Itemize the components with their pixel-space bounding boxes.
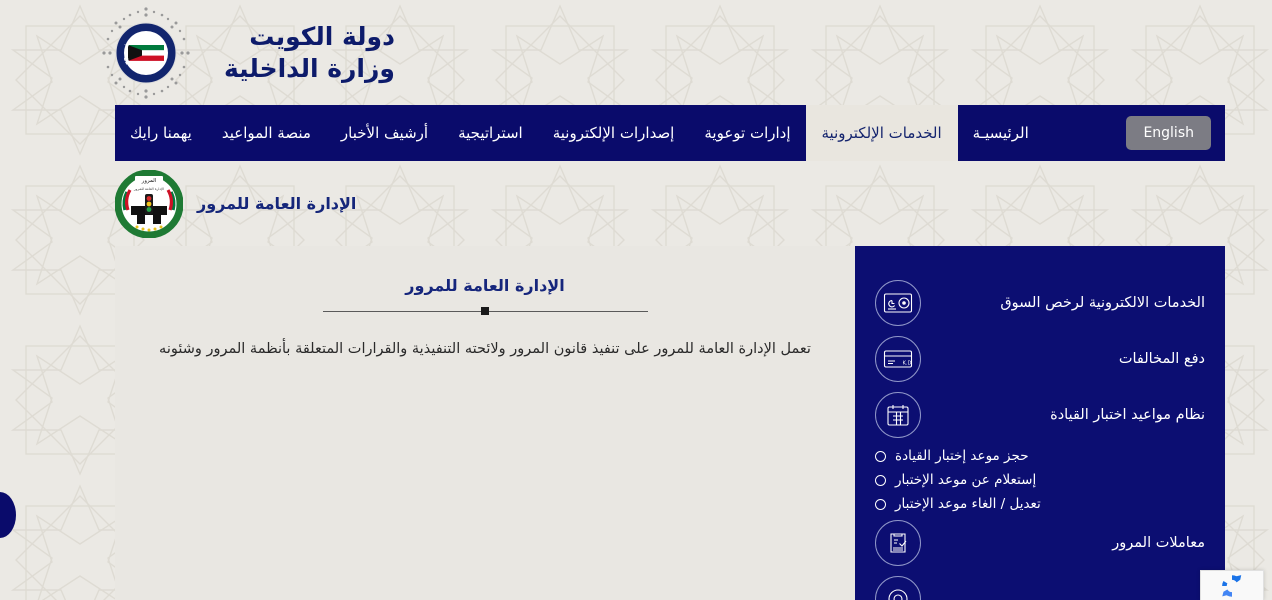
service-label: دفع المخالفات [1118, 351, 1205, 367]
nav-item-news-archive[interactable]: أرشيف الأخبار [326, 105, 443, 161]
radio-bullet-icon [875, 450, 886, 462]
traffic-department-emblem: المرور الإدارة العامة للمرور [114, 169, 184, 238]
country-name: دولة الكويت [249, 21, 395, 51]
brand-text: دولة الكويت وزارة الداخلية [224, 21, 395, 85]
svg-text:المرور: المرور [141, 178, 156, 184]
page-title: الإدارة العامة للمرور [405, 276, 565, 295]
main-navigation[interactable]: الرئيسيـة الخدمات الإلكترونية إدارات توع… [115, 105, 1225, 161]
subitem-label: إستعلام عن موعد الإختبار [895, 472, 1037, 488]
calendar-icon [875, 392, 921, 438]
service-item-traffic-transactions[interactable]: معاملات المرور [875, 520, 1205, 566]
svg-text:شرطة الكويت: شرطة الكويت [90, 3, 137, 49]
service-item-driving-test-appointments[interactable]: نظام مواعيد اختبار القيادة [875, 392, 1205, 438]
radio-bullet-icon [875, 498, 886, 510]
department-name: الإدارة العامة للمرور [197, 194, 357, 213]
language-switch-button[interactable]: English [1126, 116, 1211, 150]
subitem-inquire-test-appointment[interactable]: إستعلام عن موعد الإختبار [875, 472, 1205, 488]
service-item-driving-license[interactable]: الخدمات الالكترونية لرخص السوق [875, 280, 1205, 326]
service-label: الخدمات الالكترونية لرخص السوق [1000, 295, 1205, 311]
nav-item-your-opinion-matters[interactable]: يهمنا رايك [115, 105, 207, 161]
content-row: الخدمات الالكترونية لرخص السوق دفع المخا… [115, 246, 1225, 600]
department-description: تعمل الإدارة العامة للمرور على تنفيذ قان… [159, 341, 811, 357]
svg-text:K.D: K.D [903, 361, 912, 367]
nav-item-e-services[interactable]: الخدمات الإلكترونية [805, 105, 958, 161]
title-divider [322, 307, 648, 315]
radio-bullet-icon [875, 474, 886, 486]
service-label: نظام مواعيد اختبار القيادة [1050, 407, 1205, 423]
document-check-icon [875, 520, 921, 566]
kuwait-police-emblem: شرطة الكويت KUWAIT POLICE [87, 0, 202, 103]
subitem-book-test-appointment[interactable]: حجز موعد إختبار القيادة [875, 448, 1205, 464]
department-identity[interactable]: المرور الإدارة العامة للمرور الإدارة الع… [114, 169, 357, 238]
nav-items: الرئيسيـة الخدمات الإلكترونية إدارات توع… [115, 105, 1044, 161]
circular-service-icon [875, 576, 921, 600]
nav-item-strategy[interactable]: استراتيجية [443, 105, 538, 161]
nav-item-home[interactable]: الرئيسيـة [958, 105, 1044, 161]
subitem-label: حجز موعد إختبار القيادة [895, 448, 1029, 464]
brand-block: دولة الكويت وزارة الداخلية شرط CE [87, 0, 395, 103]
payment-card-icon: K.D [875, 336, 921, 382]
nav-item-electronic-publications[interactable]: إصدارات الإلكترونية [538, 105, 690, 161]
site-header: دولة الكويت وزارة الداخلية شرط CE [0, 0, 1272, 105]
divider-square-icon [481, 307, 489, 315]
driving-test-subitems: حجز موعد إختبار القيادة إستعلام عن موعد … [875, 448, 1205, 512]
ministry-name: وزارة الداخلية [224, 53, 395, 83]
e-services-panel: الخدمات الالكترونية لرخص السوق دفع المخا… [855, 246, 1225, 600]
service-label: معاملات المرور [1112, 535, 1205, 551]
main-content: الإدارة العامة للمرور تعمل الإدارة العام… [115, 246, 855, 600]
subitem-label: تعديل / الغاء موعد الإختبار [895, 496, 1041, 512]
side-feedback-tab[interactable] [0, 492, 16, 538]
service-item-pay-violations[interactable]: دفع المخالفات K.D [875, 336, 1205, 382]
department-strip: المرور الإدارة العامة للمرور الإدارة الع… [114, 161, 1225, 246]
subitem-modify-cancel-test-appointment[interactable]: تعديل / الغاء موعد الإختبار [875, 496, 1205, 512]
driving-license-icon [875, 280, 921, 326]
nav-item-awareness-departments[interactable]: إدارات توعوية [689, 105, 805, 161]
service-item-additional[interactable] [875, 576, 1205, 600]
nav-item-appointments-platform[interactable]: منصة المواعيد [207, 105, 326, 161]
recaptcha-badge[interactable] [1200, 570, 1264, 600]
